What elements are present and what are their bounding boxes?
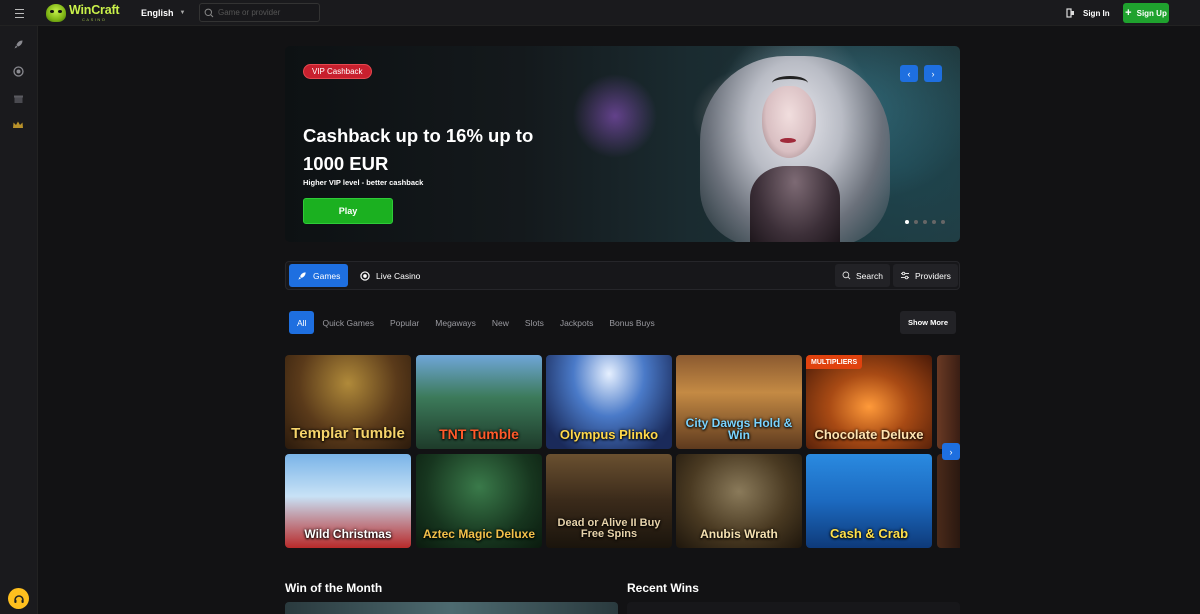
banner-next-button[interactable]: › xyxy=(924,65,942,82)
category-popular[interactable]: Popular xyxy=(382,311,427,334)
chevron-down-icon: ▼ xyxy=(179,10,186,16)
live-chip-icon[interactable] xyxy=(12,65,24,77)
game-tile[interactable]: Cash & Crab xyxy=(806,454,932,548)
promo-badge: VIP Cashback xyxy=(303,64,372,79)
game-tile[interactable]: TNT Tumble xyxy=(416,355,542,449)
game-tabs-bar: Games Live Casino Search Providers xyxy=(285,261,960,290)
tab-live-casino[interactable]: Live Casino xyxy=(352,264,428,287)
show-more-button[interactable]: Show More xyxy=(900,311,956,334)
rocket-icon[interactable] xyxy=(12,38,24,50)
pagination-dot[interactable] xyxy=(932,220,936,224)
logo-sub: CASINO xyxy=(82,16,107,22)
search-label: Search xyxy=(856,270,883,281)
chevron-left-icon: ‹ xyxy=(907,68,911,79)
tab-live-casino-label: Live Casino xyxy=(376,270,421,281)
rocket-icon xyxy=(298,271,306,280)
game-tile[interactable]: Wild Christmas xyxy=(285,454,411,548)
game-title: Aztec Magic Deluxe xyxy=(422,527,536,541)
filter-sliders-icon xyxy=(901,271,909,280)
logo[interactable]: WinCraft CASINO xyxy=(46,2,120,24)
multipliers-badge: MULTIPLIERS xyxy=(806,355,863,369)
sign-in-button[interactable]: Sign In xyxy=(1066,6,1110,20)
category-megaways[interactable]: Megaways xyxy=(427,311,484,334)
chevron-right-icon: › xyxy=(931,68,935,79)
providers-button[interactable]: Providers xyxy=(893,264,958,287)
category-quick-games[interactable]: Quick Games xyxy=(314,311,382,334)
game-tile[interactable]: Anubis Wrath xyxy=(676,454,802,548)
game-tile[interactable]: Aztec Magic Deluxe xyxy=(416,454,542,548)
category-jackpots[interactable]: Jackpots xyxy=(552,311,602,334)
game-title: TNT Tumble xyxy=(439,426,519,442)
promo-subtitle: Higher VIP level - better cashback xyxy=(303,178,424,187)
partial-game-tile[interactable] xyxy=(937,355,960,449)
crown-icon[interactable] xyxy=(12,119,24,131)
game-tile[interactable]: City Dawgs Hold & Win xyxy=(676,355,802,449)
game-title: City Dawgs Hold & Win xyxy=(685,416,793,442)
game-title: Anubis Wrath xyxy=(700,527,778,541)
search-icon xyxy=(842,271,851,280)
win-of-month-title: Win of the Month xyxy=(285,581,383,595)
category-slots[interactable]: Slots xyxy=(517,311,552,334)
menu-icon[interactable] xyxy=(11,6,27,20)
game-title: Chocolate Deluxe xyxy=(814,427,924,442)
top-bar: WinCraft CASINO English ▼ Sign In + Sign… xyxy=(0,0,1200,26)
live-chip-icon xyxy=(360,270,370,281)
game-tile[interactable]: Templar Tumble xyxy=(285,355,411,449)
banner-pagination xyxy=(905,220,945,224)
logo-name: WinCraft xyxy=(69,3,120,18)
category-filters: All Quick Games Popular Megaways New Slo… xyxy=(289,311,663,334)
game-title: Templar Tumble xyxy=(291,425,405,442)
goblin-logo-icon xyxy=(46,4,66,22)
tab-games-label: Games xyxy=(313,270,341,281)
game-tile[interactable]: MULTIPLIERS Chocolate Deluxe xyxy=(806,355,932,449)
chevron-right-icon: › xyxy=(949,446,953,457)
sign-up-button[interactable]: + Sign Up xyxy=(1123,3,1169,23)
headset-icon xyxy=(13,594,24,603)
providers-label: Providers xyxy=(915,270,951,281)
game-tile[interactable]: Olympus Plinko xyxy=(546,355,672,449)
game-tile[interactable]: Dead or Alive II Buy Free Spins xyxy=(546,454,672,548)
search-input[interactable] xyxy=(218,8,313,17)
games-search-button[interactable]: Search xyxy=(835,264,890,287)
category-new[interactable]: New xyxy=(484,311,517,334)
banner-prev-button[interactable]: ‹ xyxy=(900,65,918,82)
tab-games[interactable]: Games xyxy=(289,264,349,287)
pagination-dot[interactable] xyxy=(905,220,909,224)
support-button[interactable] xyxy=(8,588,29,609)
category-all[interactable]: All xyxy=(289,311,315,334)
game-search[interactable] xyxy=(199,3,320,22)
game-title: Cash & Crab xyxy=(829,526,909,541)
pagination-dot[interactable] xyxy=(914,220,918,224)
game-title: Dead or Alive II Buy Free Spins xyxy=(557,517,661,540)
search-icon xyxy=(204,8,214,17)
recent-wins-title: Recent Wins xyxy=(627,581,699,595)
sign-up-label: Sign Up xyxy=(1136,8,1167,18)
promo-title: Cashback up to 16% up to 1000 EUR xyxy=(303,125,534,174)
game-title: Wild Christmas xyxy=(304,527,392,541)
promo-banner[interactable]: VIP Cashback Cashback up to 16% up to 10… xyxy=(285,46,960,242)
play-button[interactable]: Play xyxy=(303,198,393,224)
game-title: Olympus Plinko xyxy=(559,427,659,442)
language-selector[interactable]: English ▼ xyxy=(136,5,190,21)
sidebar xyxy=(0,26,38,614)
plus-icon: + xyxy=(1125,7,1132,19)
banner-artwork xyxy=(680,46,900,242)
recent-wins-panel xyxy=(627,602,960,614)
pagination-dot[interactable] xyxy=(923,220,927,224)
language-label: English xyxy=(141,8,174,18)
partial-game-tile[interactable] xyxy=(937,454,960,548)
gift-icon[interactable] xyxy=(12,92,24,104)
pagination-dot[interactable] xyxy=(941,220,945,224)
sign-in-label: Sign In xyxy=(1083,8,1110,18)
sign-in-icon xyxy=(1066,8,1074,18)
category-bonus-buys[interactable]: Bonus Buys xyxy=(601,311,662,334)
win-of-month-panel xyxy=(285,602,618,614)
games-next-button[interactable]: › xyxy=(942,443,960,460)
